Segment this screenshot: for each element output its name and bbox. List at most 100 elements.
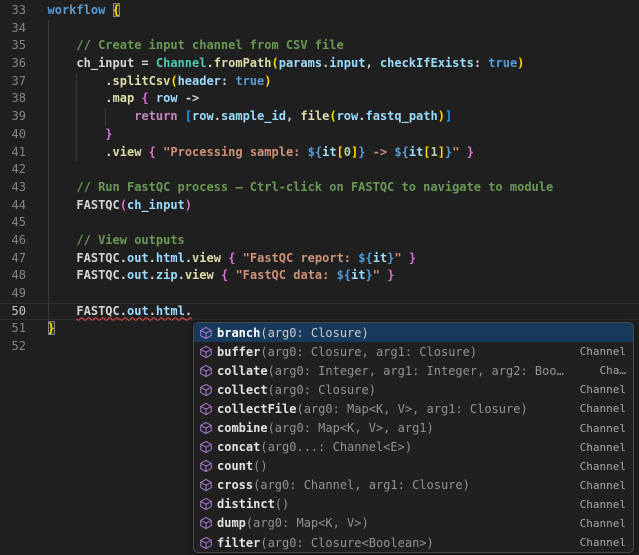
code-token: } bbox=[105, 127, 112, 141]
suggest-item-signature: (arg0: Map<K, V>, arg1: Closure) bbox=[296, 402, 527, 416]
code-token: . bbox=[178, 268, 185, 282]
code-token: out bbox=[127, 268, 149, 282]
code-line[interactable]: 46 // View outputs bbox=[0, 232, 639, 250]
code-text: workflow { bbox=[48, 2, 120, 20]
suggest-item-concat[interactable]: concat(arg0...: Channel<E>)Channel bbox=[194, 438, 633, 457]
code-line[interactable]: 48 FASTQC.out.zip.view { "FastQC data: $… bbox=[0, 267, 639, 285]
code-token: ${ bbox=[308, 145, 322, 159]
suggest-item-label: combine bbox=[217, 421, 268, 435]
symbol-method-icon bbox=[198, 536, 214, 550]
code-text: FASTQC.out.zip.view { "FastQC data: ${it… bbox=[48, 267, 395, 285]
code-line[interactable]: 42 bbox=[0, 161, 639, 179]
line-number: 50 bbox=[0, 303, 26, 321]
code-token: fastq_path bbox=[365, 109, 437, 123]
code-token: 0 bbox=[344, 145, 351, 159]
suggest-item-return-type: Channel bbox=[572, 345, 626, 358]
code-token: // Create input channel from CSV file bbox=[48, 38, 344, 52]
code-token: . bbox=[48, 74, 113, 88]
code-token: // Run FastQC process – Ctrl-click on FA… bbox=[48, 180, 554, 194]
indent-guide bbox=[48, 20, 49, 38]
suggest-item-buffer[interactable]: buffer(arg0: Closure, arg1: Closure)Chan… bbox=[194, 342, 633, 361]
code-token: FASTQC bbox=[76, 304, 119, 318]
code-token: { bbox=[141, 91, 148, 105]
code-token: true bbox=[228, 74, 264, 88]
suggest-item-filter[interactable]: filter(arg0: Closure<Boolean>)Channel bbox=[194, 533, 633, 552]
code-token: FASTQC bbox=[48, 251, 120, 265]
code-token: view bbox=[185, 268, 214, 282]
code-token: ( bbox=[329, 109, 336, 123]
suggest-item-dump[interactable]: dump(arg0: Map<K, V>)Channel bbox=[194, 514, 633, 533]
suggest-item-cross[interactable]: cross(arg0: Channel, arg1: Closure)Chann… bbox=[194, 476, 633, 495]
code-token: view bbox=[113, 145, 142, 159]
suggest-item-distinct[interactable]: distinct()Channel bbox=[194, 495, 633, 514]
code-token: ( bbox=[120, 198, 127, 212]
symbol-method-icon bbox=[198, 402, 214, 416]
suggest-item-signature: () bbox=[253, 459, 267, 473]
code-token bbox=[141, 145, 148, 159]
code-line[interactable]: 40 } bbox=[0, 126, 639, 144]
code-token: -> bbox=[365, 145, 394, 159]
code-token: . bbox=[206, 56, 213, 70]
suggest-item-label: cross bbox=[217, 478, 253, 492]
code-token: . bbox=[149, 251, 156, 265]
code-token: } bbox=[387, 268, 394, 282]
code-token: . bbox=[48, 145, 113, 159]
code-token: map bbox=[113, 91, 135, 105]
code-token: ( bbox=[170, 74, 177, 88]
code-token: ch_input bbox=[127, 198, 185, 212]
code-line[interactable]: 34 bbox=[0, 20, 639, 38]
code-token: [ bbox=[185, 109, 192, 123]
code-line[interactable]: 50 FASTQC.out.html. bbox=[0, 303, 639, 321]
line-number: 42 bbox=[0, 161, 26, 179]
line-number: 44 bbox=[0, 197, 26, 215]
suggest-item-branch[interactable]: branch(arg0: Closure) bbox=[194, 323, 633, 342]
code-token: . bbox=[120, 251, 127, 265]
code-line[interactable]: 43 // Run FastQC process – Ctrl-click on… bbox=[0, 179, 639, 197]
code-token: } bbox=[48, 321, 55, 335]
code-token: FASTQC bbox=[48, 268, 120, 282]
code-line[interactable]: 38 .map { row -> bbox=[0, 90, 639, 108]
code-line[interactable]: 33workflow { bbox=[0, 2, 639, 20]
code-token: [ bbox=[337, 145, 344, 159]
code-line[interactable]: 36 ch_input = Channel.fromPath(params.in… bbox=[0, 55, 639, 73]
line-number: 47 bbox=[0, 250, 26, 268]
code-token: } bbox=[409, 251, 416, 265]
code-token: fromPath bbox=[214, 56, 272, 70]
suggest-item-collectFile[interactable]: collectFile(arg0: Map<K, V>, arg1: Closu… bbox=[194, 399, 633, 418]
code-token: sample_id bbox=[221, 109, 286, 123]
code-line[interactable]: 49 bbox=[0, 285, 639, 303]
line-number: 52 bbox=[0, 338, 26, 356]
line-number: 39 bbox=[0, 108, 26, 126]
code-token: ) bbox=[438, 109, 445, 123]
code-token: input bbox=[329, 56, 365, 70]
suggest-item-label: branch bbox=[217, 326, 260, 340]
code-token: } bbox=[467, 145, 474, 159]
code-line[interactable]: 45 bbox=[0, 214, 639, 232]
code-line[interactable]: 44 FASTQC(ch_input) bbox=[0, 197, 639, 215]
code-line[interactable]: 35 // Create input channel from CSV file bbox=[0, 37, 639, 55]
code-text: .splitCsv(header: true) bbox=[48, 73, 272, 91]
code-token: . bbox=[185, 251, 192, 265]
code-line[interactable]: 37 .splitCsv(header: true) bbox=[0, 73, 639, 91]
code-token: . bbox=[120, 268, 127, 282]
suggest-item-count[interactable]: count()Channel bbox=[194, 457, 633, 476]
code-token: html bbox=[156, 304, 185, 318]
code-line[interactable]: 47 FASTQC.out.html.view { "FastQC report… bbox=[0, 250, 639, 268]
suggest-item-label: distinct bbox=[217, 497, 275, 511]
code-token: out bbox=[127, 251, 149, 265]
code-text: // Run FastQC process – Ctrl-click on FA… bbox=[48, 179, 554, 197]
code-line[interactable]: 41 .view { "Processing sample: ${it[0]} … bbox=[0, 144, 639, 162]
editor-lines: 33workflow {3435 // Create input channel… bbox=[0, 2, 639, 356]
suggest-item-collect[interactable]: collect(arg0: Closure)Channel bbox=[194, 380, 633, 399]
suggest-item-collate[interactable]: collate(arg0: Integer, arg1: Integer, ar… bbox=[194, 361, 633, 380]
line-number: 36 bbox=[0, 55, 26, 73]
code-token: . bbox=[149, 268, 156, 282]
suggest-item-combine[interactable]: combine(arg0: Map<K, V>, arg1)Channel bbox=[194, 418, 633, 437]
code-token bbox=[402, 251, 409, 265]
code-token: workflow bbox=[48, 3, 106, 17]
code-line[interactable]: 39 return [row.sample_id, file(row.fastq… bbox=[0, 108, 639, 126]
code-token: { bbox=[113, 3, 120, 17]
code-token: " bbox=[394, 251, 401, 265]
code-token bbox=[235, 251, 242, 265]
code-token: , bbox=[286, 109, 300, 123]
